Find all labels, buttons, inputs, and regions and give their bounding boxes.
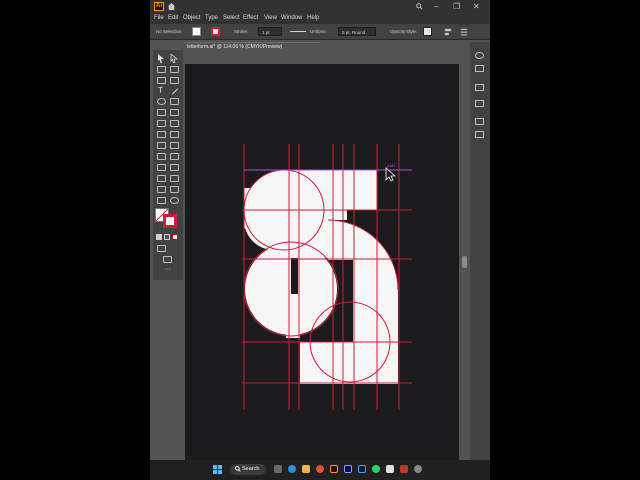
whatsapp-icon[interactable]	[372, 465, 380, 473]
adjustments-icon[interactable]	[475, 131, 484, 138]
illustrator-window: Ai – ❐ ✕ File Edit Object Type Select Ef…	[150, 0, 490, 480]
left-counter	[291, 258, 298, 294]
taskbar-search-label: Search	[242, 466, 260, 472]
letterform-fill	[244, 170, 398, 384]
premiere-icon[interactable]	[344, 465, 352, 473]
illustrator-taskbar-icon[interactable]	[330, 465, 338, 473]
chrome-icon[interactable]	[316, 465, 324, 473]
properties-icon[interactable]	[475, 52, 484, 59]
settings-icon[interactable]	[414, 465, 422, 473]
artwork-layer[interactable]: path	[150, 0, 490, 460]
taskbar-search-icon	[235, 466, 241, 472]
right-panel-dock	[470, 42, 490, 460]
acrobat-icon[interactable]	[400, 465, 408, 473]
layers-icon[interactable]	[475, 65, 484, 72]
task-view-icon[interactable]	[274, 465, 282, 473]
windows-start-icon[interactable]	[213, 465, 222, 474]
right-counter	[345, 260, 353, 342]
libraries-icon[interactable]	[475, 84, 484, 91]
smart-guide-label: path	[387, 163, 395, 168]
edge-icon[interactable]	[288, 465, 296, 473]
comments-icon[interactable]	[475, 118, 484, 125]
photoshop-icon[interactable]	[358, 465, 366, 473]
taskbar-search[interactable]: Search	[230, 464, 266, 475]
app-icon[interactable]	[386, 465, 394, 473]
taskbar: Search	[150, 460, 490, 480]
file-explorer-icon[interactable]	[302, 465, 310, 473]
export-icon[interactable]	[475, 100, 484, 107]
